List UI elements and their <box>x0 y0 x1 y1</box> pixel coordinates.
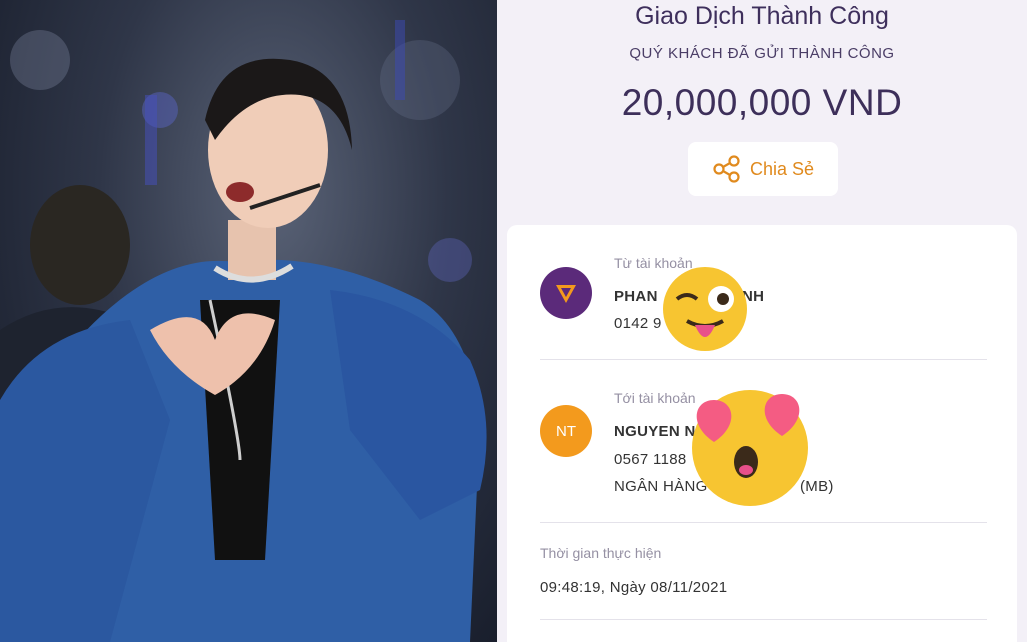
source-bank-avatar <box>540 267 592 319</box>
recipient-avatar: NT <box>540 405 592 457</box>
from-account-name: PHAN <box>614 288 658 305</box>
performer-illustration <box>0 20 487 642</box>
recipient-initials: NT <box>556 422 576 440</box>
share-icon <box>713 155 740 183</box>
performer-photo <box>0 0 497 642</box>
heart-eyes-emoji <box>692 390 808 506</box>
app-logo-icon <box>556 285 576 303</box>
share-label: Chia Sẻ <box>749 158 815 179</box>
time-value: 09:48:19, Ngày 08/11/2021 <box>540 579 728 596</box>
receipt-subtitle: QUÝ KHÁCH ĐÃ GỬI THÀNH CÔNG <box>629 45 895 62</box>
divider <box>540 619 987 620</box>
winking-tongue-emoji <box>663 267 747 351</box>
receipt-title: Giao Dịch Thành Công <box>635 2 889 30</box>
transfer-amount: 20,000,000 VND <box>621 82 903 123</box>
to-account-number: 0567 1188 <box>614 451 687 468</box>
divider <box>540 522 987 523</box>
transaction-receipt: Giao Dịch Thành Công QUÝ KHÁCH ĐÃ GỬI TH… <box>497 0 1027 642</box>
share-button[interactable]: Chia Sẻ <box>688 142 838 196</box>
divider <box>540 359 987 360</box>
time-label: Thời gian thực hiện <box>540 545 662 561</box>
from-account-number: 0142 9 <box>614 315 662 332</box>
